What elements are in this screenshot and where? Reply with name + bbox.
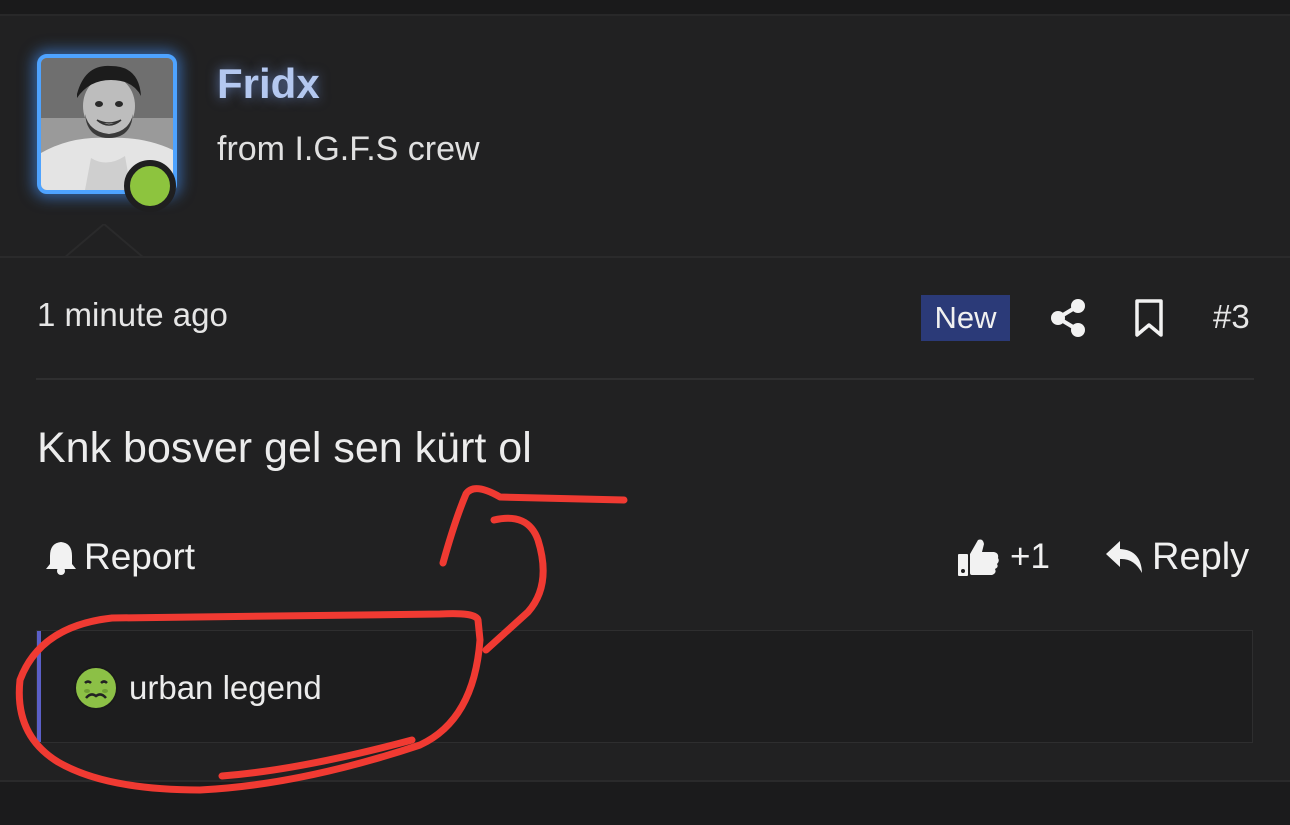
reaction-label: urban legend [129, 669, 322, 706]
like-button[interactable]: +1 [956, 534, 1050, 580]
nauseated-face-icon [74, 666, 118, 710]
author-block [0, 16, 1290, 256]
online-status-indicator [124, 160, 176, 212]
author-title: from I.G.F.S crew [217, 130, 480, 168]
post-timestamp[interactable]: 1 minute ago [37, 296, 228, 334]
report-button[interactable]: Report [44, 534, 195, 580]
like-count: +1 [1010, 537, 1050, 576]
post-header-divider [36, 378, 1254, 380]
post-number-link[interactable]: #3 [1213, 298, 1250, 336]
top-edge [0, 0, 1290, 16]
new-badge: New [921, 295, 1010, 341]
post-body: Knk bosver gel sen kürt ol [37, 424, 532, 472]
post-page: Fridx from I.G.F.S crew 1 minute ago New… [0, 0, 1290, 825]
reply-label: Reply [1152, 535, 1250, 578]
reactions-summary: urban legend [36, 630, 1253, 743]
author-pointer [64, 224, 144, 258]
report-label: Report [84, 536, 196, 577]
bell-icon [46, 542, 76, 575]
share-icon[interactable] [1050, 298, 1086, 338]
author-username[interactable]: Fridx [217, 60, 320, 108]
reaction-item[interactable]: urban legend [73, 665, 322, 711]
reply-button[interactable]: Reply [1104, 534, 1249, 580]
thumbs-up-icon [958, 539, 999, 576]
next-post-area [0, 782, 1290, 825]
reactions-accent-bar [37, 631, 41, 742]
bookmark-icon[interactable] [1134, 298, 1164, 338]
reply-icon [1106, 541, 1142, 573]
